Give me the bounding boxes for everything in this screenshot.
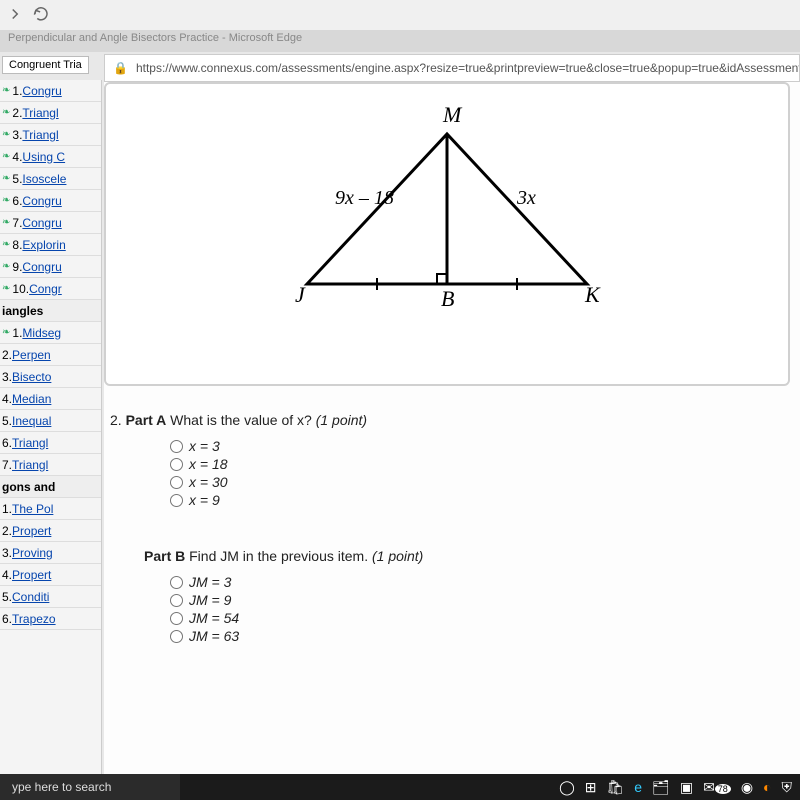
sidebar-item[interactable]: ❧4. Using C	[0, 146, 101, 168]
vertex-K: K	[584, 282, 601, 307]
sidebar-item[interactable]: 6. Triangl	[0, 432, 101, 454]
sidebar-item[interactable]: 7. Triangl	[0, 454, 101, 476]
label-right: 3x	[516, 187, 536, 209]
taskview-icon[interactable]: ⊞	[585, 779, 597, 796]
radio-button[interactable]	[170, 612, 183, 625]
cortana-icon[interactable]: ◯	[559, 779, 575, 796]
windows-taskbar[interactable]: ype here to search ◯ ⊞ 🛍 e 🗂 ▣ ✉78 ◉ ◐ ⛨	[0, 774, 800, 800]
sidebar-item[interactable]: ❧2. Triangl	[0, 102, 101, 124]
answer-option[interactable]: JM = 9	[170, 592, 800, 608]
sidebar-item[interactable]: ❧5. Isoscele	[0, 168, 101, 190]
sidebar-item[interactable]: 3. Bisecto	[0, 366, 101, 388]
question-2b-heading: Part B Find JM in the previous item. (1 …	[144, 548, 800, 564]
address-bar[interactable]: 🔒 https://www.connexus.com/assessments/e…	[104, 54, 800, 82]
chrome-icon[interactable]: ◉	[741, 779, 753, 796]
sidebar-item[interactable]: ❧1. Congru	[0, 80, 101, 102]
content-area: M 9x – 18 3x J B K 2. Part A What is the…	[104, 82, 800, 774]
sidebar-item[interactable]: ❧9. Congru	[0, 256, 101, 278]
label-left: 9x – 18	[335, 187, 394, 209]
answer-option[interactable]: JM = 63	[170, 628, 800, 644]
radio-button[interactable]	[170, 576, 183, 589]
answer-option[interactable]: x = 18	[170, 456, 800, 472]
answer-option[interactable]: JM = 3	[170, 574, 800, 590]
sidebar-item[interactable]: 5. Conditi	[0, 586, 101, 608]
figure-panel: M 9x – 18 3x J B K	[104, 82, 790, 386]
sidebar-header: gons and	[0, 476, 101, 498]
outline-sidebar: ❧1. Congru❧2. Triangl❧3. Triangl❧4. Usin…	[0, 80, 102, 774]
vertex-J: J	[295, 282, 306, 307]
firefox-icon[interactable]: ◐	[763, 779, 771, 795]
answer-option[interactable]: x = 3	[170, 438, 800, 454]
vertex-B: B	[441, 286, 454, 311]
radio-button[interactable]	[170, 594, 183, 607]
lock-icon: 🔒	[113, 61, 128, 75]
sidebar-item[interactable]: ❧6. Congru	[0, 190, 101, 212]
sidebar-item[interactable]: 2. Perpen	[0, 344, 101, 366]
taskbar-search[interactable]: ype here to search	[0, 774, 180, 800]
answer-option[interactable]: x = 30	[170, 474, 800, 490]
vertex-M: M	[442, 102, 463, 127]
sidebar-item[interactable]: 5. Inequal	[0, 410, 101, 432]
sidebar-item[interactable]: ❧3. Triangl	[0, 124, 101, 146]
defender-icon[interactable]: ⛨	[782, 779, 793, 796]
sidebar-item[interactable]: ❧8. Explorin	[0, 234, 101, 256]
window-title: Perpendicular and Angle Bisectors Practi…	[0, 30, 800, 52]
sidebar-item[interactable]: 4. Median	[0, 388, 101, 410]
sidebar-item[interactable]: 1. The Pol	[0, 498, 101, 520]
answer-option[interactable]: x = 9	[170, 492, 800, 508]
sidebar-header: iangles	[0, 300, 101, 322]
browser-toolbar	[0, 0, 800, 30]
sidebar-item[interactable]: 6. Trapezo	[0, 608, 101, 630]
store-icon[interactable]: 🛍	[606, 779, 624, 796]
url-text: https://www.connexus.com/assessments/eng…	[136, 61, 799, 75]
sidebar-item[interactable]: ❧1. Midseg	[0, 322, 101, 344]
radio-button[interactable]	[170, 458, 183, 471]
refresh-icon[interactable]	[32, 5, 50, 26]
sidebar-item[interactable]: ❧7. Congru	[0, 212, 101, 234]
radio-button[interactable]	[170, 440, 183, 453]
explorer-icon[interactable]: 🗂	[652, 779, 670, 796]
radio-button[interactable]	[170, 494, 183, 507]
sidebar-item[interactable]: 2. Propert	[0, 520, 101, 542]
answer-option[interactable]: JM = 54	[170, 610, 800, 626]
app-icon[interactable]: ▣	[680, 779, 693, 796]
triangle-figure: M 9x – 18 3x J B K	[106, 94, 788, 324]
sidebar-item[interactable]: ❧10. Congr	[0, 278, 101, 300]
radio-button[interactable]	[170, 476, 183, 489]
radio-button[interactable]	[170, 630, 183, 643]
sidebar-item[interactable]: 4. Propert	[0, 564, 101, 586]
sidebar-item[interactable]: 3. Proving	[0, 542, 101, 564]
question-2a-heading: 2. Part A What is the value of x? (1 poi…	[110, 412, 800, 428]
edge-icon[interactable]: e	[634, 779, 642, 795]
forward-icon[interactable]	[6, 5, 24, 26]
mail-icon[interactable]: ✉78	[703, 779, 731, 796]
browser-tab[interactable]: Congruent Tria	[2, 56, 89, 74]
